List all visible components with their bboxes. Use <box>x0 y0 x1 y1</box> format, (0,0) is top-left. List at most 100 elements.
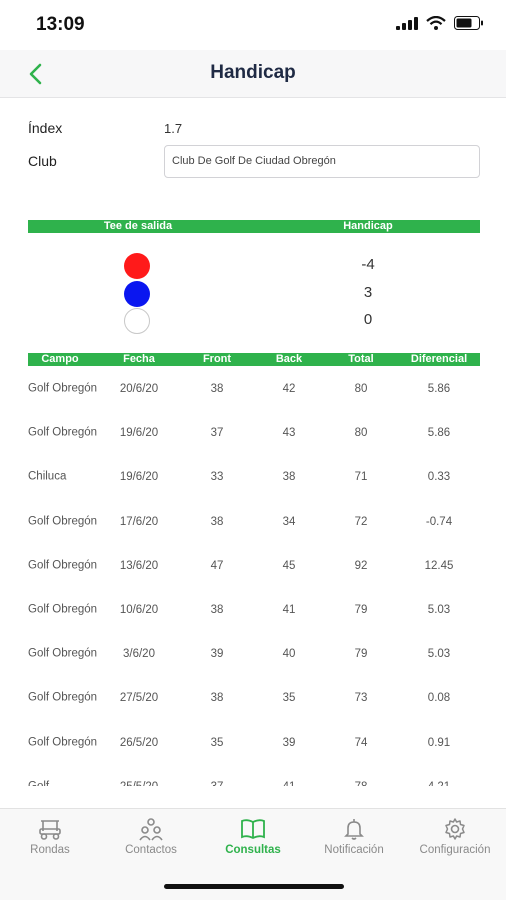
club-field[interactable]: Club De Golf De Ciudad Obregón <box>164 145 480 178</box>
cell-diferencial: 5.86 <box>427 427 451 440</box>
cell-back: 41 <box>282 604 296 617</box>
cell-fecha: 17/6/20 <box>119 515 159 528</box>
tab-label: Rondas <box>30 844 70 856</box>
col-back: Back <box>275 353 303 365</box>
nav-bar: Handicap <box>0 50 506 98</box>
table-row[interactable]: Golf Obregón 10/6/20 38 41 79 5.03 <box>28 588 480 632</box>
table-row[interactable]: Golf Obregón 13/6/20 47 45 92 12.45 <box>28 544 480 588</box>
cell-campo: Golf Obregón <box>28 559 98 572</box>
table-row[interactable]: Golf25/5/20 37 41 78 4.21 <box>28 765 480 786</box>
col-front: Front <box>202 353 232 365</box>
cell-diferencial: -0.74 <box>425 515 453 528</box>
tee-row: 3 <box>28 280 480 307</box>
cell-back: 38 <box>282 471 296 484</box>
cell-fecha: 3/6/20 <box>123 648 155 661</box>
index-label: Índex <box>28 120 63 136</box>
cell-total: 72 <box>354 515 368 528</box>
cell-front: 38 <box>210 515 224 528</box>
bell-icon <box>304 817 404 841</box>
col-campo: Campo <box>41 353 79 365</box>
tab-golf-cart[interactable]: Rondas <box>0 817 100 856</box>
table-row[interactable]: Golf Obregón 19/6/20 37 43 80 5.86 <box>28 411 480 455</box>
cell-back: 40 <box>282 648 296 661</box>
tab-bell[interactable]: Notificación <box>304 817 404 856</box>
tee-handicap-value: 3 <box>363 284 373 301</box>
club-label: Club <box>28 153 57 169</box>
cell-diferencial: 0.91 <box>427 736 451 749</box>
col-total: Total <box>348 353 374 365</box>
cell-fecha: 27/5/20 <box>119 692 159 705</box>
cell-front: 47 <box>210 559 224 572</box>
tee-header-handicap: Handicap <box>343 220 393 232</box>
tee-header-tee: Tee de salida <box>103 220 173 232</box>
cell-campo: Golf Obregón <box>28 603 98 616</box>
tab-book[interactable]: Consultas <box>203 817 303 856</box>
gear-icon <box>405 817 505 841</box>
table-row[interactable]: Golf Obregón 3/6/20 39 40 79 5.03 <box>28 632 480 676</box>
cell-front: 37 <box>188 781 246 786</box>
cell-back: 41 <box>260 781 318 786</box>
cell-diferencial: 5.03 <box>427 648 451 661</box>
cell-total: 80 <box>354 427 368 440</box>
cell-total: 92 <box>354 559 368 572</box>
cell-total: 78 <box>332 781 390 786</box>
cell-front: 38 <box>210 383 224 396</box>
wifi-icon <box>426 16 446 30</box>
people-icon <box>101 817 201 841</box>
cell-campo: Golf Obregón <box>28 515 98 528</box>
tee-color-dot <box>124 308 150 334</box>
cell-fecha: 19/6/20 <box>119 427 159 440</box>
cell-fecha: 13/6/20 <box>119 559 159 572</box>
cell-diferencial: 0.08 <box>427 692 451 705</box>
cell-campo: Golf Obregón <box>28 647 98 660</box>
cell-front: 39 <box>210 648 224 661</box>
cell-total: 71 <box>354 471 368 484</box>
cell-total: 73 <box>354 692 368 705</box>
cell-back: 43 <box>282 427 296 440</box>
cell-total: 79 <box>354 604 368 617</box>
cell-total: 74 <box>354 736 368 749</box>
tab-label: Configuración <box>419 844 491 856</box>
tab-gear[interactable]: Configuración <box>405 817 505 856</box>
cell-fecha: 20/6/20 <box>119 383 159 396</box>
status-icons <box>396 16 484 30</box>
cell-fecha: 25/5/20 <box>100 781 178 786</box>
rounds-table[interactable]: Golf Obregón 20/6/20 38 42 80 5.86 Golf Obregó… <box>28 367 480 786</box>
status-time: 13:09 <box>36 14 85 35</box>
tab-people[interactable]: Contactos <box>101 817 201 856</box>
cell-back: 42 <box>282 383 296 396</box>
cell-back: 45 <box>282 559 296 572</box>
cell-front: 37 <box>210 427 224 440</box>
cell-campo: Golf <box>28 780 98 786</box>
cell-diferencial: 5.86 <box>427 383 451 396</box>
table-row[interactable]: Golf Obregón 20/6/20 38 42 80 5.86 <box>28 367 480 411</box>
cell-back: 35 <box>282 692 296 705</box>
rounds-header: Campo Fecha Front Back Total Diferencial <box>28 353 480 366</box>
table-row[interactable]: Golf Obregón 27/5/20 38 35 73 0.08 <box>28 676 480 720</box>
table-row[interactable]: Golf Obregón 17/6/20 38 34 72 -0.74 <box>28 500 480 544</box>
cell-fecha: 19/6/20 <box>119 471 159 484</box>
table-row[interactable]: Golf Obregón 26/5/20 35 39 74 0.91 <box>28 721 480 765</box>
cell-total: 79 <box>354 648 368 661</box>
status-bar: 13:09 <box>0 0 506 50</box>
cell-total: 80 <box>354 383 368 396</box>
tee-row: 0 <box>28 307 480 334</box>
cell-front: 35 <box>210 736 224 749</box>
page-title: Handicap <box>210 62 296 83</box>
cell-diferencial: 12.45 <box>424 559 454 572</box>
battery-icon <box>454 16 483 30</box>
index-value: 1.7 <box>164 121 183 136</box>
tee-handicap-value: 0 <box>363 311 373 328</box>
cell-campo: Golf Obregón <box>28 736 98 749</box>
cell-back: 39 <box>282 736 296 749</box>
cell-front: 38 <box>210 604 224 617</box>
col-fecha: Fecha <box>123 353 155 365</box>
cell-front: 33 <box>210 471 224 484</box>
tee-header: Tee de salida Handicap <box>28 220 480 233</box>
golf-cart-icon <box>0 817 100 841</box>
tab-label: Notificación <box>324 844 384 856</box>
table-row[interactable]: Chiluca 19/6/20 33 38 71 0.33 <box>28 455 480 499</box>
cell-campo: Golf Obregón <box>28 426 98 439</box>
home-indicator <box>164 884 344 889</box>
tab-label: Consultas <box>225 844 281 856</box>
